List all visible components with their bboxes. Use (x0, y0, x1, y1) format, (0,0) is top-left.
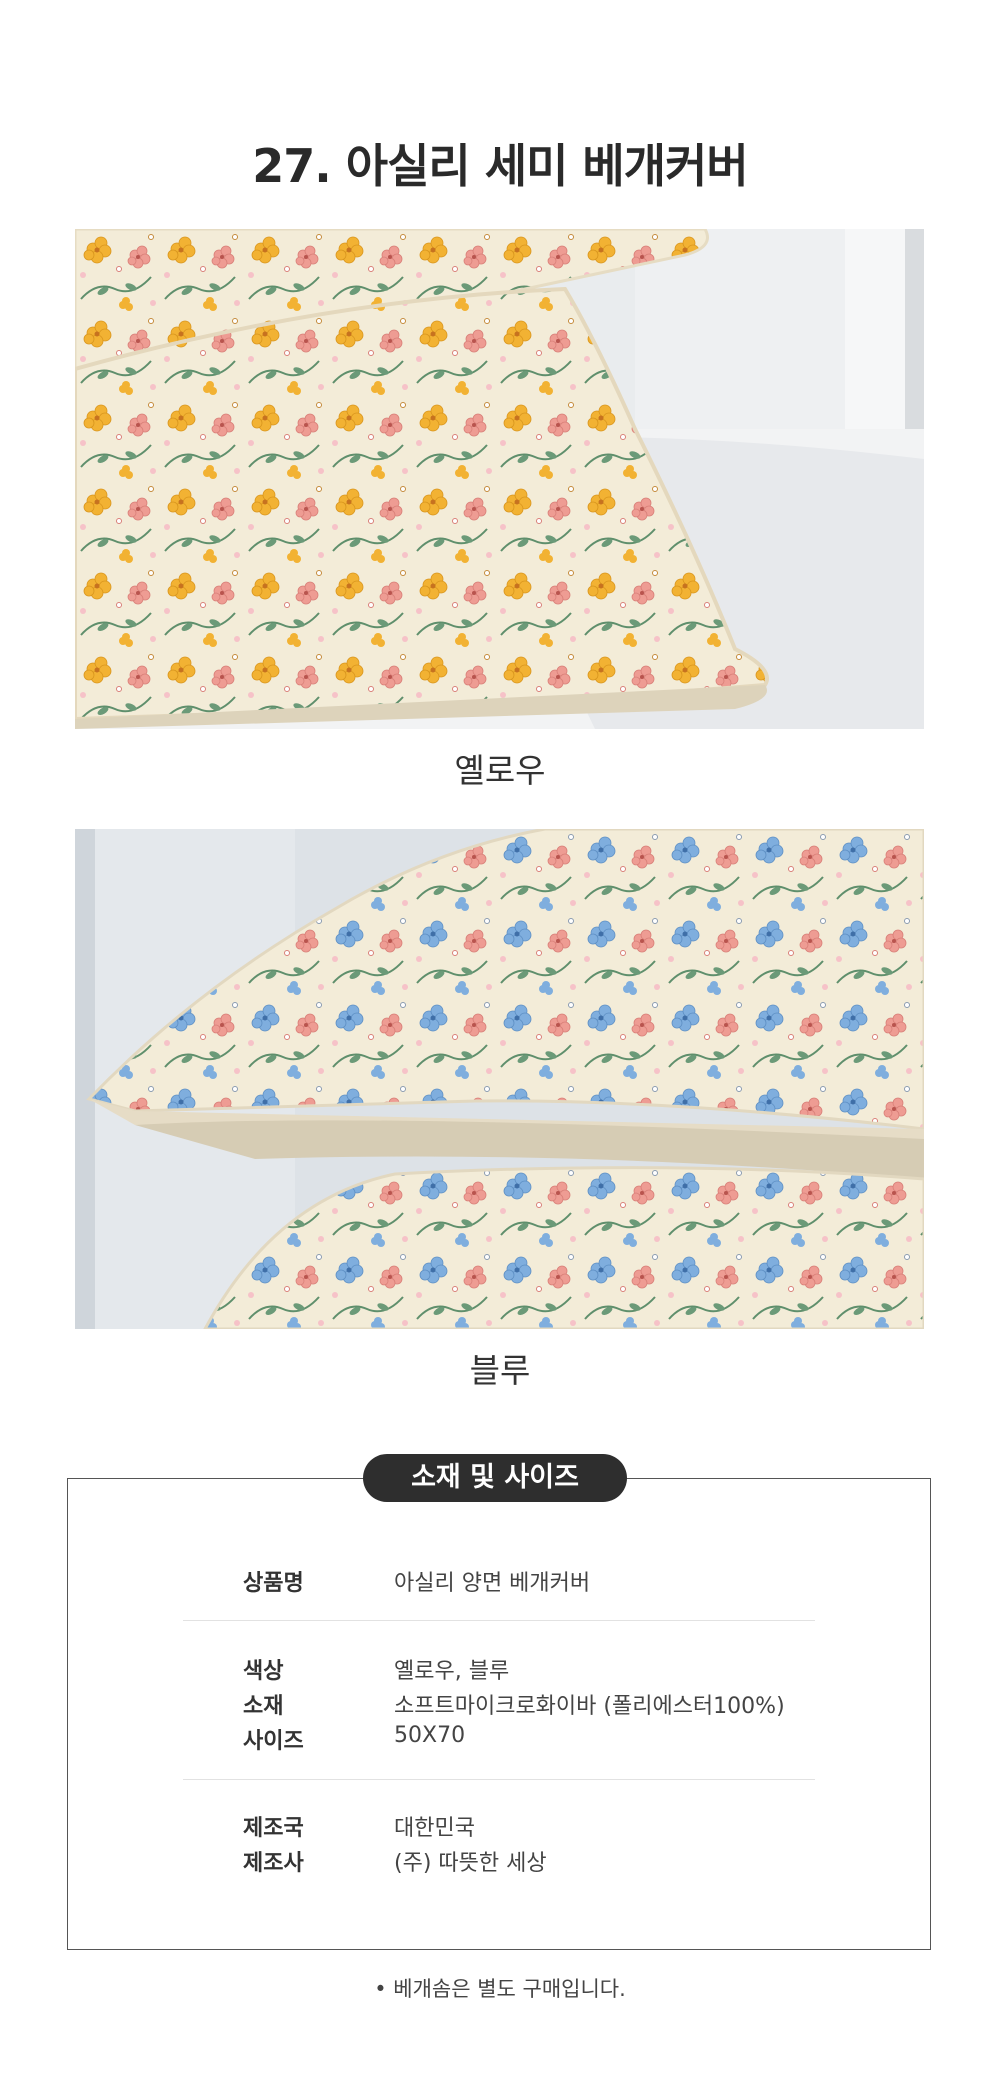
spec-row-country: 제조국 대한민국 (183, 1810, 815, 1845)
product-photo-yellow (75, 229, 924, 729)
spec-divider (183, 1620, 815, 1621)
spec-label: 제조사 (243, 1851, 304, 1876)
spec-group-maker: 제조국 대한민국 제조사 (주) 따뜻한 세상 (183, 1810, 815, 1880)
spec-row-material: 소재 소프트마이크로화이바 (폴리에스터100%) (183, 1688, 815, 1723)
spec-row-product-name: 상품명 아실리 양면 베개커버 (183, 1565, 815, 1600)
spec-label: 소재 (243, 1694, 284, 1719)
spec-label: 색상 (243, 1659, 284, 1684)
spec-value: 대한민국 (394, 1816, 475, 1841)
spec-group-name: 상품명 아실리 양면 베개커버 (183, 1565, 815, 1600)
spec-group-details: 색상 옐로우, 블루 소재 소프트마이크로화이바 (폴리에스터100%) 사이즈… (183, 1653, 815, 1758)
spec-value: 아실리 양면 베개커버 (394, 1571, 591, 1596)
spec-divider (183, 1779, 815, 1780)
spec-row-manufacturer: 제조사 (주) 따뜻한 세상 (183, 1845, 815, 1880)
spec-label: 사이즈 (243, 1729, 304, 1754)
spec-value: 소프트마이크로화이바 (폴리에스터100%) (394, 1694, 785, 1719)
spec-heading: 소재 및 사이즈 (363, 1454, 627, 1502)
footnote: • 베개솜은 별도 구매입니다. (374, 1977, 626, 2001)
spec-value: (주) 따뜻한 세상 (394, 1851, 547, 1876)
spec-row-size: 사이즈 50X70 (183, 1723, 815, 1758)
caption-yellow: 옐로우 (454, 751, 546, 790)
caption-blue: 블루 (469, 1351, 531, 1390)
product-photo-blue (75, 829, 924, 1329)
spec-row-color: 색상 옐로우, 블루 (183, 1653, 815, 1688)
spec-label: 제조국 (243, 1816, 304, 1841)
spec-label: 상품명 (243, 1571, 304, 1596)
page-title: 27. 아실리 세미 베개커버 (252, 139, 748, 193)
spec-value: 옐로우, 블루 (394, 1659, 510, 1684)
spec-value: 50X70 (394, 1723, 466, 1748)
